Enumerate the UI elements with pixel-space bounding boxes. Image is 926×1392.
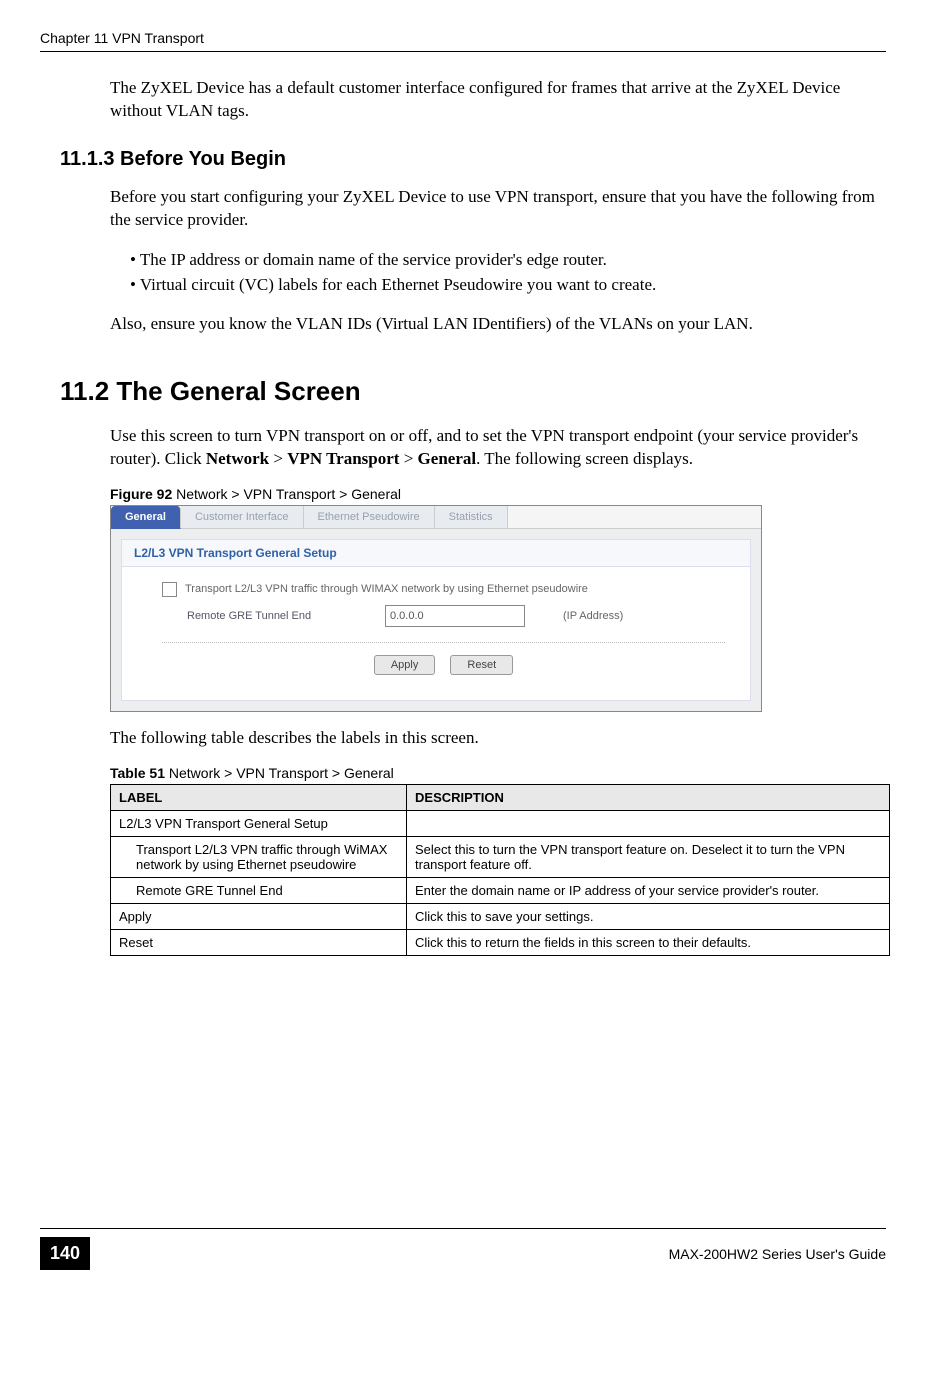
table-number: Table 51	[110, 765, 169, 781]
para-before-begin-1: Before you start configuring your ZyXEL …	[110, 186, 886, 232]
text-fragment: . The following screen displays.	[476, 449, 693, 468]
figure-number: Figure 92	[110, 486, 176, 502]
cell-desc: Select this to turn the VPN transport fe…	[407, 836, 890, 877]
nav-general: General	[418, 449, 477, 468]
cell-label: L2/L3 VPN Transport General Setup	[111, 810, 407, 836]
cell-label: Reset	[111, 929, 407, 955]
table-title: Network > VPN Transport > General	[169, 765, 394, 781]
tab-statistics[interactable]: Statistics	[435, 506, 508, 529]
cell-desc: Enter the domain name or IP address of y…	[407, 877, 890, 903]
table-row: L2/L3 VPN Transport General Setup	[111, 810, 890, 836]
cell-label: Apply	[111, 903, 407, 929]
table-row: Transport L2/L3 VPN traffic through WiMA…	[111, 836, 890, 877]
nav-network: Network	[206, 449, 269, 468]
table-intro: The following table describes the labels…	[110, 727, 886, 750]
reset-button[interactable]: Reset	[450, 655, 513, 675]
separator: >	[399, 449, 417, 468]
panel-body: Transport L2/L3 VPN traffic through WIMA…	[122, 567, 750, 700]
table-row: Reset Click this to return the fields in…	[111, 929, 890, 955]
table-row: Apply Click this to save your settings.	[111, 903, 890, 929]
col-header-description: DESCRIPTION	[407, 784, 890, 810]
tab-row: General Customer Interface Ethernet Pseu…	[111, 506, 761, 529]
footer-guide-name: MAX-200HW2 Series User's Guide	[90, 1246, 886, 1262]
running-header: Chapter 11 VPN Transport	[40, 30, 886, 52]
para-general-screen: Use this screen to turn VPN transport on…	[110, 425, 886, 471]
separator: >	[269, 449, 287, 468]
table-row: Remote GRE Tunnel End Enter the domain n…	[111, 877, 890, 903]
description-table: LABEL DESCRIPTION L2/L3 VPN Transport Ge…	[110, 784, 890, 956]
figure-caption: Figure 92 Network > VPN Transport > Gene…	[110, 486, 886, 502]
checkbox-label: Transport L2/L3 VPN traffic through WIMA…	[185, 583, 588, 595]
heading-11-2: 11.2 The General Screen	[60, 376, 886, 407]
intro-paragraph: The ZyXEL Device has a default customer …	[110, 77, 886, 123]
cell-desc: Click this to save your settings.	[407, 903, 890, 929]
checkbox-row: Transport L2/L3 VPN traffic through WIMA…	[162, 582, 725, 597]
page-number: 140	[40, 1237, 90, 1270]
bullet-list: The IP address or domain name of the ser…	[130, 247, 886, 298]
field-hint: (IP Address)	[563, 610, 623, 622]
nav-vpn-transport: VPN Transport	[287, 449, 399, 468]
tab-spacer	[508, 506, 761, 529]
cell-label: Transport L2/L3 VPN traffic through WiMA…	[111, 836, 407, 877]
tab-ethernet-pseudowire[interactable]: Ethernet Pseudowire	[304, 506, 435, 529]
table-caption: Table 51 Network > VPN Transport > Gener…	[110, 765, 886, 781]
para-before-begin-2: Also, ensure you know the VLAN IDs (Virt…	[110, 313, 886, 336]
button-row: Apply Reset	[162, 642, 725, 675]
page-footer: 140 MAX-200HW2 Series User's Guide	[40, 1228, 886, 1270]
screenshot-figure: General Customer Interface Ethernet Pseu…	[110, 505, 762, 712]
tunnel-end-input[interactable]	[385, 605, 525, 627]
tunnel-end-row: Remote GRE Tunnel End (IP Address)	[162, 605, 725, 627]
cell-desc: Click this to return the fields in this …	[407, 929, 890, 955]
cell-label: Remote GRE Tunnel End	[111, 877, 407, 903]
bullet-item: The IP address or domain name of the ser…	[130, 247, 886, 273]
tunnel-end-label: Remote GRE Tunnel End	[187, 610, 377, 622]
tab-customer-interface[interactable]: Customer Interface	[181, 506, 304, 529]
transport-checkbox[interactable]	[162, 582, 177, 597]
figure-title: Network > VPN Transport > General	[176, 486, 401, 502]
table-header-row: LABEL DESCRIPTION	[111, 784, 890, 810]
panel-title: L2/L3 VPN Transport General Setup	[122, 540, 750, 567]
apply-button[interactable]: Apply	[374, 655, 436, 675]
bullet-item: Virtual circuit (VC) labels for each Eth…	[130, 272, 886, 298]
cell-desc	[407, 810, 890, 836]
settings-panel: L2/L3 VPN Transport General Setup Transp…	[121, 539, 751, 701]
heading-11-1-3: 11.1.3 Before You Begin	[60, 148, 886, 171]
col-header-label: LABEL	[111, 784, 407, 810]
tab-general[interactable]: General	[111, 506, 181, 529]
